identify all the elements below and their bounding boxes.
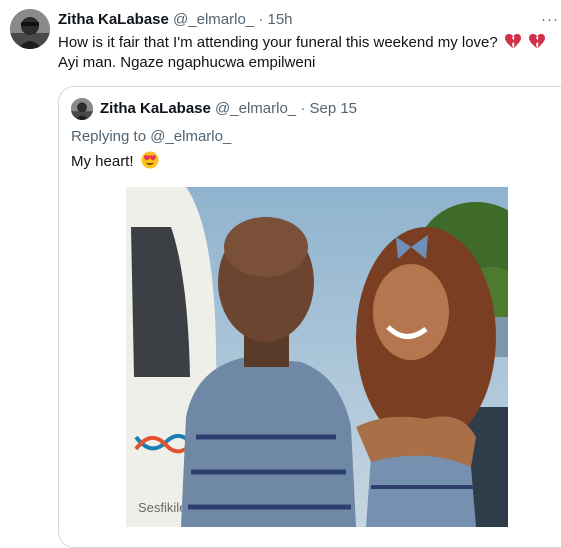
author-handle[interactable]: @_elmarlo_	[173, 11, 254, 28]
separator-dot: ·	[258, 11, 264, 28]
quoted-tweet-date[interactable]: Sep 15	[309, 100, 357, 117]
broken-heart-icon	[529, 33, 546, 49]
quoted-author-name[interactable]: Zitha KaLabase	[100, 100, 211, 117]
quoted-author-avatar[interactable]	[71, 98, 93, 120]
author-avatar[interactable]	[10, 9, 50, 49]
quoted-tweet-text: My heart!	[71, 151, 159, 172]
replying-prefix: Replying to	[71, 128, 147, 145]
tweet[interactable]: Zitha KaLabase @_elmarlo_ · 15h ··· How …	[0, 0, 561, 548]
replying-to: Replying to @_elmarlo_	[71, 127, 231, 147]
van-text: Sesfikile	[138, 500, 186, 515]
author-name[interactable]: Zitha KaLabase	[58, 11, 169, 28]
more-options-icon[interactable]: ···	[541, 12, 559, 28]
tweet-text: How is it fair that I'm attending your f…	[58, 33, 553, 73]
tweet-text-line-1-content: How is it fair that I'm attending your f…	[58, 34, 498, 51]
tweet-photo[interactable]: Sesfikile	[126, 187, 508, 527]
tweet-header: Zitha KaLabase @_elmarlo_ · 15h	[58, 10, 293, 30]
heart-eyes-emoji	[141, 151, 159, 169]
tweet-time[interactable]: 15h	[267, 11, 292, 28]
separator-dot: ·	[300, 100, 306, 117]
quoted-author-handle[interactable]: @_elmarlo_	[215, 100, 296, 117]
quoted-tweet-text-content: My heart!	[71, 153, 134, 170]
replying-handle[interactable]: @_elmarlo_	[150, 128, 231, 145]
quoted-tweet-header: Zitha KaLabase @_elmarlo_ · Sep 15	[100, 100, 357, 118]
broken-heart-icon	[504, 33, 521, 49]
tweet-text-line-1: How is it fair that I'm attending your f…	[58, 33, 553, 53]
tweet-text-line-2: Ayi man. Ngaze ngaphucwa empilweni	[58, 54, 316, 71]
quoted-tweet[interactable]: Zitha KaLabase @_elmarlo_ · Sep 15 Reply…	[58, 86, 561, 548]
